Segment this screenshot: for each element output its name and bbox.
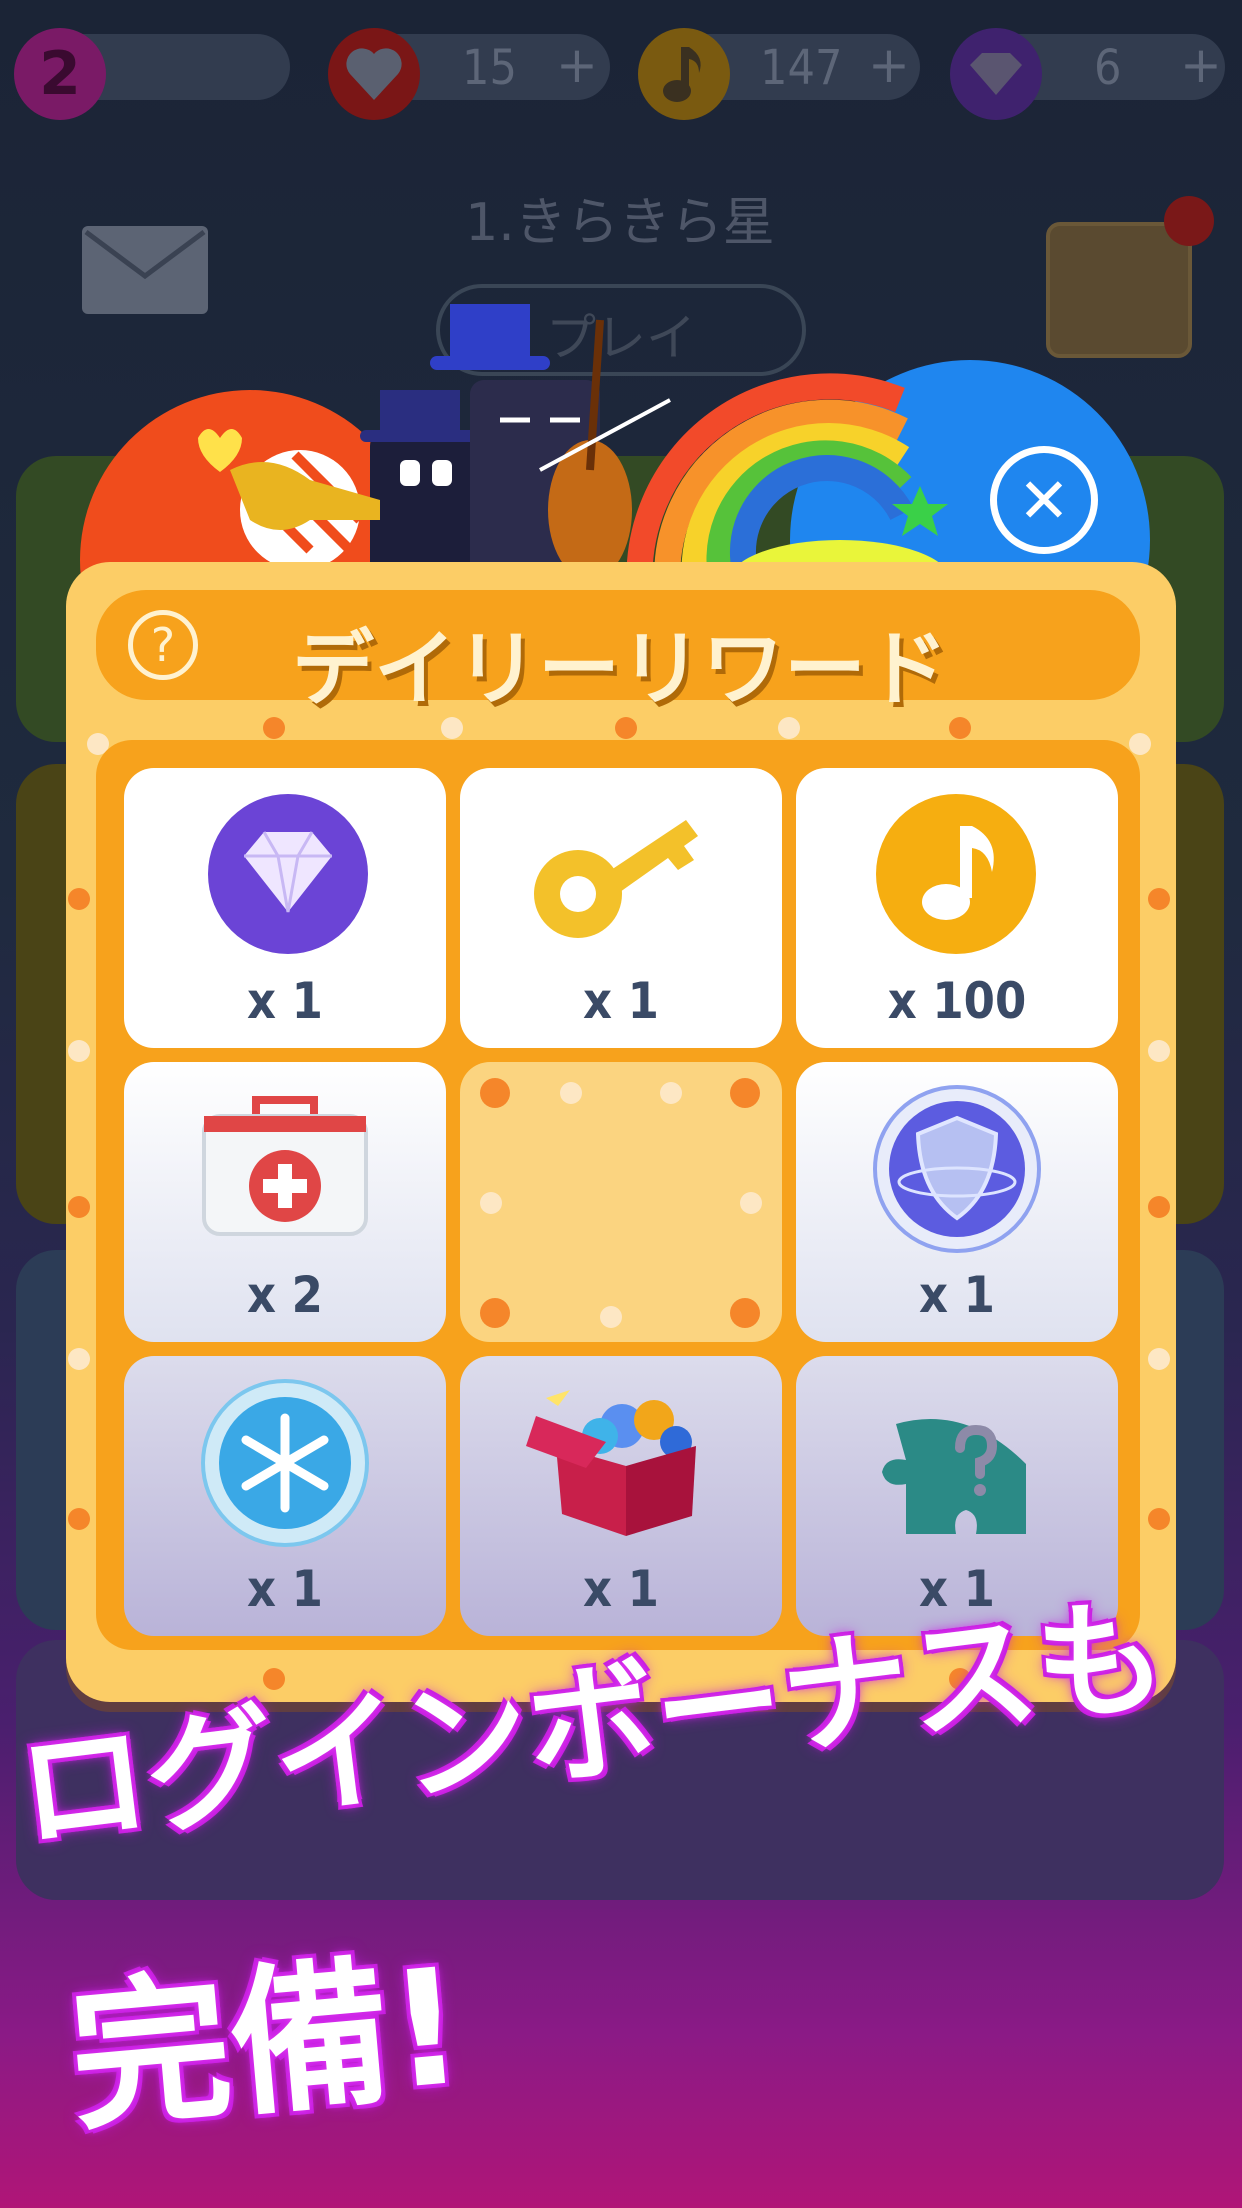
- reward-cell-gift: x 1: [460, 1356, 782, 1636]
- first-aid-kit-icon: [202, 1096, 368, 1236]
- decor-dot: [740, 1192, 762, 1214]
- reward-quantity: x 1: [583, 972, 659, 1030]
- gems-value: 6: [1094, 40, 1122, 96]
- level-badge: 2: [14, 28, 106, 120]
- decor-dot: [1129, 733, 1151, 755]
- lives-plus-button[interactable]: +: [556, 36, 598, 94]
- lives-value: 15: [462, 40, 517, 96]
- gift-box-icon: [526, 1390, 696, 1536]
- reward-quantity: x 100: [887, 972, 1027, 1030]
- notes-value: 147: [760, 40, 843, 96]
- reward-quantity: x 1: [247, 1560, 323, 1618]
- decor-dot: [949, 717, 971, 739]
- decor-dot: [263, 717, 285, 739]
- key-icon: [534, 820, 698, 938]
- reward-quantity: x 1: [247, 972, 323, 1030]
- reward-cell-key: x 1: [460, 768, 782, 1048]
- decor-dot: [778, 717, 800, 739]
- decor-dot: [1148, 1196, 1170, 1218]
- reward-quantity: x 1: [919, 1266, 995, 1324]
- snowflake-icon: [201, 1379, 369, 1547]
- dialog-title: デイリーリワード: [291, 622, 948, 717]
- decor-dot: [1148, 1348, 1170, 1370]
- decor-dot: [730, 1078, 760, 1108]
- decor-dot: [68, 1040, 90, 1062]
- decor-dot: [660, 1082, 682, 1104]
- close-icon: ✕: [1018, 463, 1070, 537]
- decor-dot: [68, 888, 90, 910]
- heart-icon: [328, 28, 420, 120]
- decor-dot: [1148, 1508, 1170, 1530]
- gems-plus-button[interactable]: +: [1180, 36, 1222, 94]
- level-value: 2: [39, 39, 81, 109]
- reward-cell-notes: x 100: [796, 768, 1118, 1048]
- puzzle-piece-icon: [882, 1419, 1026, 1534]
- music-note-icon: [876, 794, 1036, 954]
- decor-dot: [730, 1298, 760, 1328]
- decor-dot: [441, 717, 463, 739]
- reward-quantity: x 2: [247, 1266, 323, 1324]
- decor-dot: [615, 717, 637, 739]
- reward-cell-freeze: x 1: [124, 1356, 446, 1636]
- notification-badge: [1164, 196, 1214, 246]
- promo-line-2: 完備!: [62, 1932, 471, 2154]
- decor-dot: [1148, 1040, 1170, 1062]
- help-button[interactable]: ?: [128, 610, 198, 680]
- decor-dot: [68, 1348, 90, 1370]
- decor-dot: [68, 1508, 90, 1530]
- reward-cell-empty: [460, 1062, 782, 1342]
- help-icon: ?: [150, 618, 176, 672]
- decor-dot: [480, 1078, 510, 1108]
- diamond-currency-icon: [950, 28, 1042, 120]
- reward-cell-shield: x 1: [796, 1062, 1118, 1342]
- note-currency-icon: [638, 28, 730, 120]
- notes-plus-button[interactable]: +: [868, 36, 910, 94]
- decor-dot: [68, 1196, 90, 1218]
- decor-dot: [480, 1192, 502, 1214]
- reward-cell-first-aid: x 2: [124, 1062, 446, 1342]
- decor-dot: [1148, 888, 1170, 910]
- decor-dot: [480, 1298, 510, 1328]
- close-button[interactable]: ✕: [990, 446, 1098, 554]
- diamond-icon: [208, 794, 368, 954]
- song-title: 1.きらきら星: [465, 193, 775, 253]
- decor-dot: [560, 1082, 582, 1104]
- reward-cell-diamond: x 1: [124, 768, 446, 1048]
- shield-icon: [873, 1085, 1041, 1253]
- decor-dot: [600, 1306, 622, 1328]
